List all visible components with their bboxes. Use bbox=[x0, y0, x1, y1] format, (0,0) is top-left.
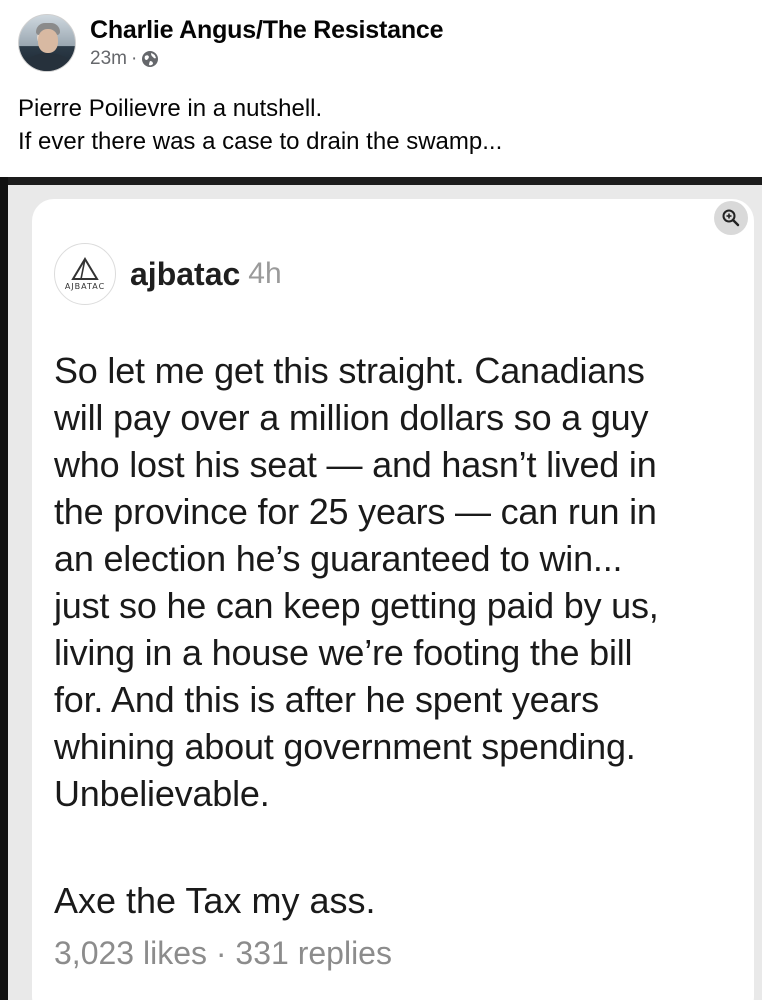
body-line: for. And this is after he spent years bbox=[54, 679, 599, 720]
ajbatac-logo[interactable]: AJBATAC bbox=[54, 243, 116, 305]
threads-body: So let me get this straight. Canadians w… bbox=[54, 347, 744, 817]
threads-handle[interactable]: ajbatac bbox=[130, 256, 240, 293]
body-line: So let me get this straight. Canadians bbox=[54, 350, 645, 391]
threads-tagline: Axe the Tax my ass. bbox=[54, 880, 376, 921]
body-line: Unbelievable. bbox=[54, 773, 270, 814]
body-line: whining about government spending. bbox=[54, 726, 636, 767]
threads-time: 4h bbox=[248, 257, 282, 290]
post-header: Charlie Angus/The Resistance 23m · bbox=[18, 14, 444, 72]
post-caption: Pierre Poilievre in a nutshell. If ever … bbox=[18, 92, 502, 158]
body-line: the province for 25 years — can run in bbox=[54, 491, 657, 532]
left-edge-bar bbox=[0, 177, 8, 1000]
body-line: will pay over a million dollars so a guy bbox=[54, 397, 649, 438]
body-line: living in a house we’re footing the bill bbox=[54, 632, 633, 673]
body-line: who lost his seat — and hasn’t lived in bbox=[54, 444, 657, 485]
post-meta: Charlie Angus/The Resistance 23m · bbox=[90, 15, 444, 71]
avatar[interactable] bbox=[18, 14, 76, 72]
zoom-in-icon[interactable] bbox=[714, 201, 748, 235]
globe-icon[interactable] bbox=[141, 50, 159, 68]
logo-text: AJBATAC bbox=[64, 282, 106, 291]
body-line: an election he’s guaranteed to win... bbox=[54, 538, 623, 579]
logo-triangle-icon bbox=[71, 257, 99, 280]
threads-header: AJBATAC ajbatac 4h bbox=[54, 243, 282, 305]
threads-post-card: AJBATAC ajbatac 4h So let me get this st… bbox=[32, 199, 754, 1000]
embedded-image[interactable]: AJBATAC ajbatac 4h So let me get this st… bbox=[0, 177, 762, 1000]
caption-line: Pierre Poilievre in a nutshell. bbox=[18, 95, 323, 122]
caption-line: If ever there was a case to drain the sw… bbox=[18, 128, 503, 155]
separator: · bbox=[130, 48, 138, 69]
embedded-frame: AJBATAC ajbatac 4h So let me get this st… bbox=[8, 185, 762, 1000]
post-subline: 23m · bbox=[90, 47, 443, 71]
post-time[interactable]: 23m bbox=[90, 47, 127, 71]
author-name[interactable]: Charlie Angus/The Resistance bbox=[90, 15, 444, 45]
facebook-post: Charlie Angus/The Resistance 23m · Pierr… bbox=[0, 0, 762, 1000]
threads-stats[interactable]: 3,023 likes · 331 replies bbox=[54, 935, 392, 972]
body-line: just so he can keep getting paid by us, bbox=[54, 585, 659, 626]
